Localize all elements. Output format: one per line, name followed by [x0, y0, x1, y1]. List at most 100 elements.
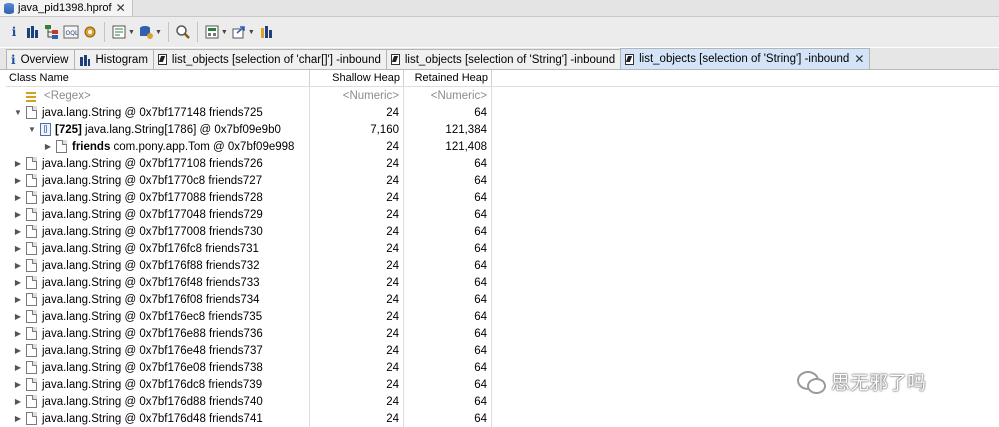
tab-label: Histogram — [95, 53, 148, 66]
table-row[interactable]: ▶ java.lang.String @ 0x7bf176e48 friends7… — [6, 342, 999, 359]
retained-filter-input[interactable]: <Numeric> — [431, 90, 487, 102]
object-icon — [26, 106, 37, 119]
expand-arrow-icon[interactable]: ▶ — [14, 346, 22, 355]
report-icon — [112, 25, 126, 39]
table-row[interactable]: ▶ java.lang.String @ 0x7bf177048 friends7… — [6, 206, 999, 223]
column-header-shallow-heap[interactable]: Shallow Heap — [310, 70, 404, 86]
expand-arrow-icon[interactable]: ▶ — [14, 312, 22, 321]
editor-tab-hprof[interactable]: java_pid1398.hprof ✕ — [0, 0, 133, 16]
expand-arrow-icon[interactable]: ▶ — [14, 193, 22, 202]
thread-overview-button[interactable] — [82, 22, 98, 42]
histogram-button[interactable] — [25, 22, 41, 42]
row-shallow-heap: 24 — [386, 276, 399, 289]
tab-overview[interactable]: i Overview — [6, 49, 75, 69]
query-browser-button[interactable]: ▼ — [138, 22, 162, 42]
oql-button[interactable]: OQL — [63, 22, 79, 42]
expand-arrow-icon[interactable]: ▶ — [14, 329, 22, 338]
collapse-arrow-icon[interactable]: ▼ — [28, 125, 36, 134]
tab-list-objects-string[interactable]: list_objects [selection of 'String'] -in… — [385, 49, 622, 69]
overview-button[interactable]: i — [6, 22, 22, 42]
close-icon[interactable]: ✕ — [854, 53, 864, 65]
tab-list-objects-string-active[interactable]: list_objects [selection of 'String'] -in… — [620, 48, 871, 69]
expand-arrow-icon[interactable]: ▶ — [14, 414, 22, 423]
editor-tab-title: java_pid1398.hprof — [18, 2, 112, 14]
expand-arrow-icon[interactable]: ▶ — [14, 278, 22, 287]
filter-retained-cell[interactable]: <Numeric> — [404, 87, 492, 104]
row-retained-heap: 64 — [474, 157, 487, 170]
group-by-button[interactable] — [258, 22, 274, 42]
regex-filter-input[interactable]: <Regex> — [44, 90, 91, 102]
row-class-name: java.lang.String @ 0x7bf176f08 friends73… — [42, 293, 260, 306]
expand-arrow-icon[interactable]: ▶ — [14, 363, 22, 372]
expand-arrow-icon[interactable]: ▶ — [14, 227, 22, 236]
table-row[interactable]: ▶ java.lang.String @ 0x7bf176ec8 friends7… — [6, 308, 999, 325]
table-row[interactable]: ▶ java.lang.String @ 0x7bf177088 friends7… — [6, 189, 999, 206]
row-shallow-heap: 24 — [386, 174, 399, 187]
expand-arrow-icon[interactable]: ▶ — [14, 176, 22, 185]
object-icon — [26, 242, 37, 255]
object-icon — [26, 208, 37, 221]
calculate-button[interactable]: ▼ — [204, 22, 228, 42]
table-row[interactable]: ▶ java.lang.String @ 0x7bf1770c8 friends7… — [6, 172, 999, 189]
table-row[interactable]: ▶ java.lang.String @ 0x7bf177108 friends7… — [6, 155, 999, 172]
table-row[interactable]: ▼ [] [725] java.lang.String[1786] @ 0x7b… — [6, 121, 999, 138]
row-retained-heap: 64 — [474, 310, 487, 323]
table-row[interactable]: ▶ java.lang.String @ 0x7bf176fc8 friends7… — [6, 240, 999, 257]
tab-label: list_objects [selection of 'String'] -in… — [639, 53, 850, 65]
expand-arrow-icon[interactable]: ▶ — [14, 210, 22, 219]
row-class-name: java.lang.String @ 0x7bf176dc8 friends73… — [42, 378, 263, 391]
column-header-retained-heap[interactable]: Retained Heap — [404, 70, 492, 86]
object-icon — [26, 293, 37, 306]
row-class-name: java.lang.String[1786] @ 0x7bf09e9b0 — [81, 123, 281, 136]
close-icon[interactable]: ✕ — [116, 2, 126, 14]
expand-arrow-icon[interactable]: ▶ — [14, 261, 22, 270]
object-icon — [26, 174, 37, 187]
row-shallow-heap: 24 — [386, 378, 399, 391]
dominator-tree-button[interactable] — [44, 22, 60, 42]
reports-button[interactable]: ▼ — [111, 22, 135, 42]
row-retained-heap: 64 — [474, 378, 487, 391]
object-icon — [26, 157, 37, 170]
calculator-icon — [205, 25, 219, 39]
expand-arrow-icon[interactable]: ▶ — [14, 295, 22, 304]
row-class-name: java.lang.String @ 0x7bf176e48 friends73… — [42, 344, 263, 357]
expand-arrow-icon[interactable]: ▶ — [14, 159, 22, 168]
table-row[interactable]: ▶ java.lang.String @ 0x7bf176f48 friends7… — [6, 274, 999, 291]
search-button[interactable] — [175, 22, 191, 42]
row-shallow-heap: 24 — [386, 106, 399, 119]
tab-histogram[interactable]: Histogram — [73, 49, 154, 69]
info-icon: i — [11, 25, 17, 39]
table-row[interactable]: ▶ java.lang.String @ 0x7bf176d48 friends7… — [6, 410, 999, 427]
table-row[interactable]: ▶ java.lang.String @ 0x7bf176d88 friends7… — [6, 393, 999, 410]
info-icon: i — [11, 52, 16, 67]
table-row[interactable]: ▶ friends com.pony.app.Tom @ 0x7bf09e998… — [6, 138, 999, 155]
expand-arrow-icon[interactable]: ▶ — [14, 244, 22, 253]
row-retained-heap: 64 — [474, 327, 487, 340]
column-header-class-name[interactable]: Class Name — [6, 70, 310, 86]
filter-shallow-cell[interactable]: <Numeric> — [310, 87, 404, 104]
histogram-icon — [79, 54, 90, 66]
row-retained-heap: 64 — [474, 191, 487, 204]
object-icon — [26, 378, 37, 391]
table-row[interactable]: ▶ java.lang.String @ 0x7bf176f88 friends7… — [6, 257, 999, 274]
toolbar-separator — [167, 22, 169, 42]
table-row[interactable]: ▶ java.lang.String @ 0x7bf176f08 friends7… — [6, 291, 999, 308]
heap-dump-icon — [4, 2, 14, 14]
group-icon — [260, 26, 272, 38]
expand-arrow-icon[interactable]: ▶ — [14, 380, 22, 389]
expand-arrow-icon[interactable]: ▶ — [44, 142, 52, 151]
export-icon — [232, 26, 245, 39]
filter-name-cell[interactable]: <Regex> — [6, 87, 310, 104]
collapse-arrow-icon[interactable]: ▼ — [14, 108, 22, 117]
table-row[interactable]: ▶ java.lang.String @ 0x7bf177008 friends7… — [6, 223, 999, 240]
chevron-down-icon: ▼ — [154, 28, 162, 36]
row-class-name: java.lang.String @ 0x7bf176f48 friends73… — [42, 276, 260, 289]
shallow-filter-input[interactable]: <Numeric> — [343, 90, 399, 102]
row-retained-heap: 64 — [474, 106, 487, 119]
tab-list-objects-char[interactable]: list_objects [selection of 'char[]'] -in… — [152, 49, 387, 69]
expand-arrow-icon[interactable]: ▶ — [14, 397, 22, 406]
export-button[interactable]: ▼ — [231, 22, 255, 42]
table-row[interactable]: ▶ java.lang.String @ 0x7bf176e88 friends7… — [6, 325, 999, 342]
row-class-name: java.lang.String @ 0x7bf176d48 friends74… — [42, 412, 263, 425]
table-row[interactable]: ▼ java.lang.String @ 0x7bf177148 friends… — [6, 104, 999, 121]
